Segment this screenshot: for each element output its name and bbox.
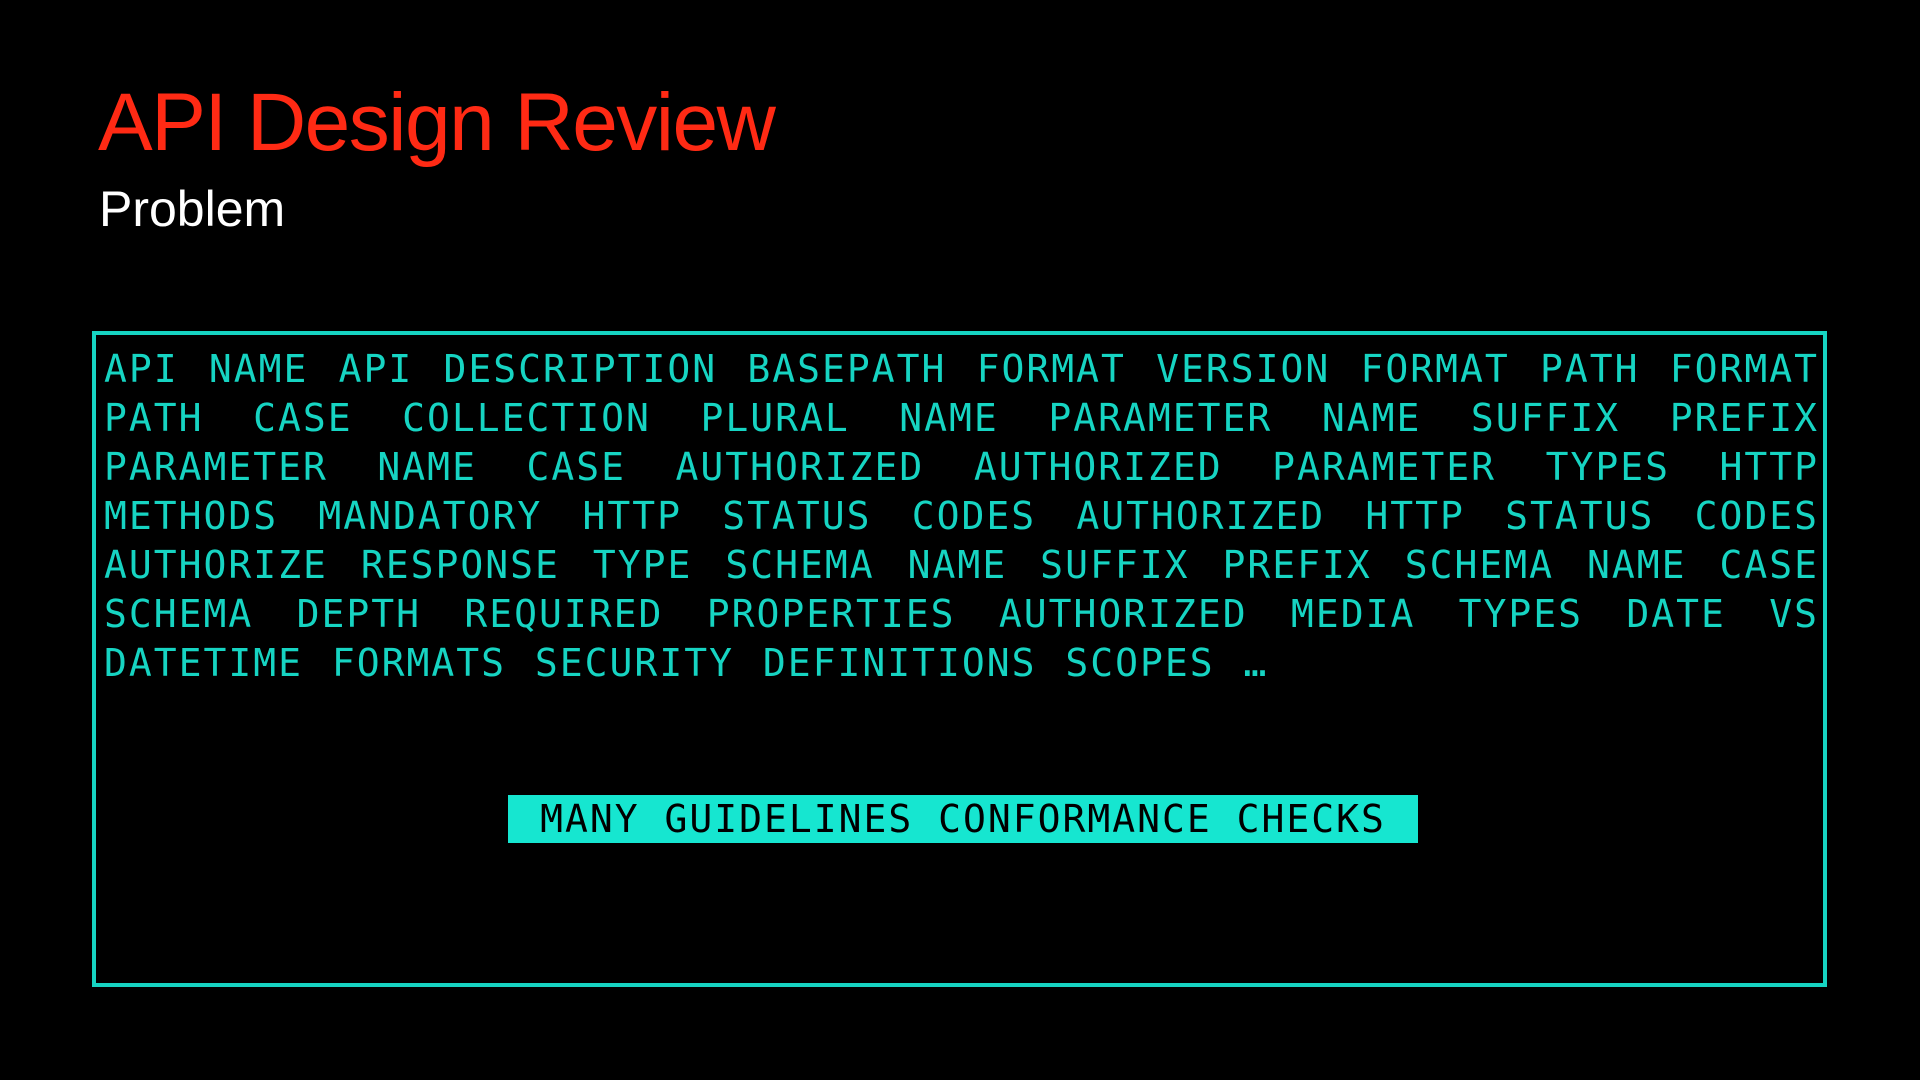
slide-title: API Design Review <box>98 77 776 168</box>
slide: API Design Review Problem API NAME API D… <box>0 0 1920 1080</box>
guidelines-text: API NAME API DESCRIPTION BASEPATH FORMAT… <box>104 347 1819 685</box>
slide-subtitle: Problem <box>99 181 286 237</box>
terminal-box: API NAME API DESCRIPTION BASEPATH FORMAT… <box>92 331 1827 987</box>
conformance-checks-highlight: MANY GUIDELINES CONFORMANCE CHECKS <box>508 795 1418 843</box>
